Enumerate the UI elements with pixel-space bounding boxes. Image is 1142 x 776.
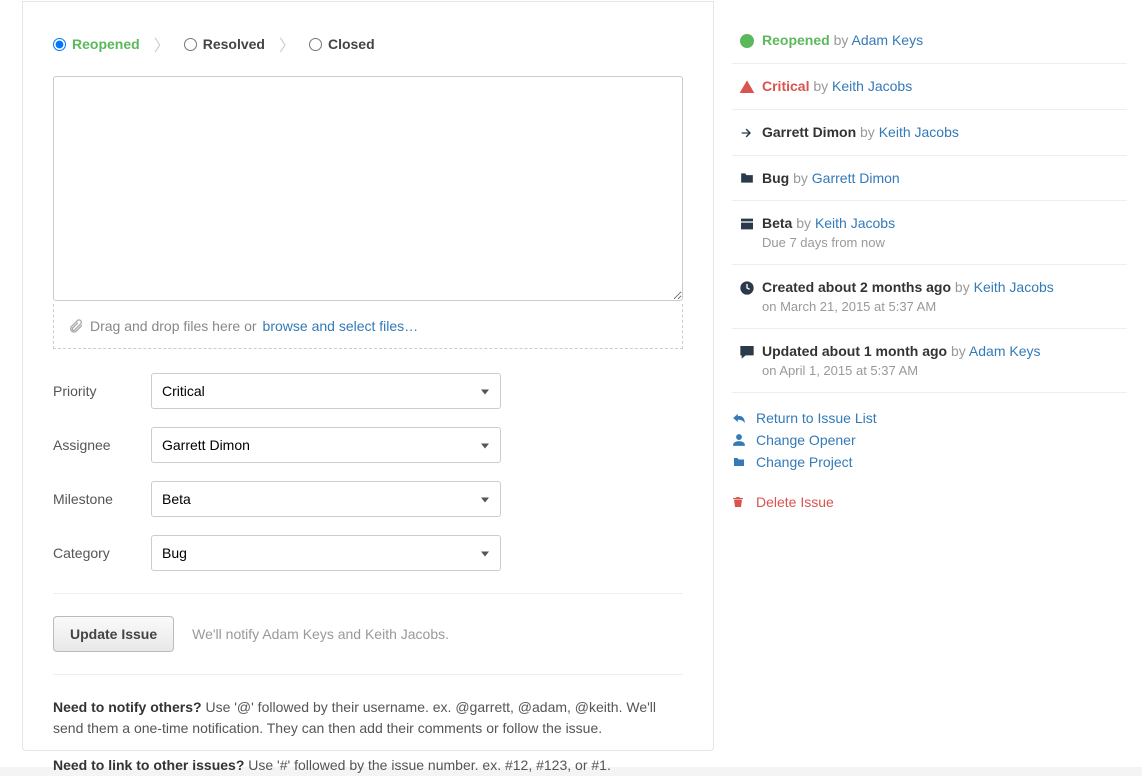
status-tab-resolved[interactable]: Resolved bbox=[184, 36, 265, 52]
user-link[interactable]: Keith Jacobs bbox=[832, 78, 912, 94]
category-by: by Garrett Dimon bbox=[793, 170, 900, 186]
user-link[interactable]: Garrett Dimon bbox=[812, 170, 900, 186]
change-opener-link[interactable]: Change Opener bbox=[732, 429, 1127, 451]
return-link[interactable]: Return to Issue List bbox=[732, 407, 1127, 429]
category-select[interactable]: Bug bbox=[151, 535, 501, 571]
milestone-due: Due 7 days from now bbox=[762, 235, 1127, 250]
status-tab-reopened[interactable]: Reopened bbox=[53, 36, 140, 52]
user-link[interactable]: Keith Jacobs bbox=[974, 279, 1054, 295]
status-by: by Adam Keys bbox=[834, 32, 924, 48]
help-link: Need to link to other issues? Use '#' fo… bbox=[53, 755, 683, 776]
user-link[interactable]: Adam Keys bbox=[851, 32, 923, 48]
category-label: Category bbox=[53, 545, 151, 561]
user-link[interactable]: Keith Jacobs bbox=[879, 124, 959, 140]
priority-by: by Keith Jacobs bbox=[813, 78, 912, 94]
status-tabs: Reopened 〉 Resolved 〉 Closed bbox=[53, 32, 683, 56]
update-issue-button[interactable]: Update Issue bbox=[53, 616, 174, 652]
sidebar-status: Reopened by Adam Keys bbox=[732, 18, 1127, 64]
comment-icon bbox=[738, 344, 756, 360]
updated-value: Updated about 1 month ago bbox=[762, 343, 947, 359]
created-value: Created about 2 months ago bbox=[762, 279, 951, 295]
delete-issue-link[interactable]: Delete Issue bbox=[732, 491, 1127, 513]
status-radio-reopened[interactable] bbox=[53, 38, 66, 51]
assignee-select[interactable]: Garrett Dimon bbox=[151, 427, 501, 463]
calendar-icon bbox=[739, 216, 755, 232]
status-label: Resolved bbox=[203, 36, 265, 52]
browse-files-link[interactable]: browse and select files… bbox=[263, 318, 419, 334]
notify-text: We'll notify Adam Keys and Keith Jacobs. bbox=[192, 626, 449, 642]
help-notify: Need to notify others? Use '@' followed … bbox=[53, 697, 683, 739]
folder-icon bbox=[732, 456, 748, 468]
dropzone-text: Drag and drop files here or bbox=[90, 318, 257, 334]
sidebar-created: Created about 2 months ago by Keith Jaco… bbox=[732, 265, 1127, 329]
assignee-value: Garrett Dimon bbox=[762, 124, 856, 140]
user-link[interactable]: Keith Jacobs bbox=[815, 215, 895, 231]
created-by: by Keith Jacobs bbox=[955, 279, 1054, 295]
sidebar-milestone: Beta by Keith Jacobs Due 7 days from now bbox=[732, 201, 1127, 265]
clock-icon bbox=[739, 280, 755, 296]
sidebar-actions: Return to Issue List Change Opener Chang… bbox=[732, 407, 1127, 513]
sidebar-category: Bug by Garrett Dimon bbox=[732, 156, 1127, 201]
circle-icon bbox=[739, 33, 755, 49]
updated-by: by Adam Keys bbox=[951, 343, 1041, 359]
folder-icon bbox=[739, 171, 755, 185]
status-label: Reopened bbox=[72, 36, 140, 52]
paperclip-icon bbox=[68, 318, 84, 334]
milestone-label: Milestone bbox=[53, 491, 151, 507]
arrow-right-icon bbox=[738, 125, 756, 141]
user-link[interactable]: Adam Keys bbox=[969, 343, 1041, 359]
assignee-label: Assignee bbox=[53, 437, 151, 453]
chevron-icon: 〉 bbox=[279, 32, 295, 56]
main-panel: Reopened 〉 Resolved 〉 Closed Drag and dr… bbox=[22, 1, 714, 751]
sidebar-updated: Updated about 1 month ago by Adam Keys o… bbox=[732, 329, 1127, 393]
category-value: Bug bbox=[762, 170, 789, 186]
milestone-value: Beta bbox=[762, 215, 792, 231]
milestone-select[interactable]: Beta bbox=[151, 481, 501, 517]
status-tab-closed[interactable]: Closed bbox=[309, 36, 375, 52]
priority-value: Critical bbox=[762, 78, 809, 94]
assignee-by: by Keith Jacobs bbox=[860, 124, 959, 140]
sidebar-assignee: Garrett Dimon by Keith Jacobs bbox=[732, 110, 1127, 156]
divider bbox=[53, 593, 683, 594]
priority-select[interactable]: Critical bbox=[151, 373, 501, 409]
status-label: Closed bbox=[328, 36, 375, 52]
sidebar-priority: Critical by Keith Jacobs bbox=[732, 64, 1127, 110]
reply-icon bbox=[732, 411, 748, 425]
warning-icon bbox=[739, 79, 755, 95]
file-dropzone[interactable]: Drag and drop files here or browse and s… bbox=[53, 304, 683, 349]
sidebar: Reopened by Adam Keys Critical by Keith … bbox=[732, 0, 1127, 767]
user-icon bbox=[732, 433, 748, 447]
divider bbox=[53, 674, 683, 675]
priority-label: Priority bbox=[53, 383, 151, 399]
status-radio-closed[interactable] bbox=[309, 38, 322, 51]
change-project-link[interactable]: Change Project bbox=[732, 451, 1127, 473]
status-radio-resolved[interactable] bbox=[184, 38, 197, 51]
created-date: on March 21, 2015 at 5:37 AM bbox=[762, 299, 1127, 314]
updated-date: on April 1, 2015 at 5:37 AM bbox=[762, 363, 1127, 378]
trash-icon bbox=[732, 495, 748, 509]
milestone-by: by Keith Jacobs bbox=[796, 215, 895, 231]
status-value: Reopened bbox=[762, 32, 830, 48]
comment-textarea[interactable] bbox=[53, 76, 683, 301]
chevron-icon: 〉 bbox=[154, 32, 170, 56]
